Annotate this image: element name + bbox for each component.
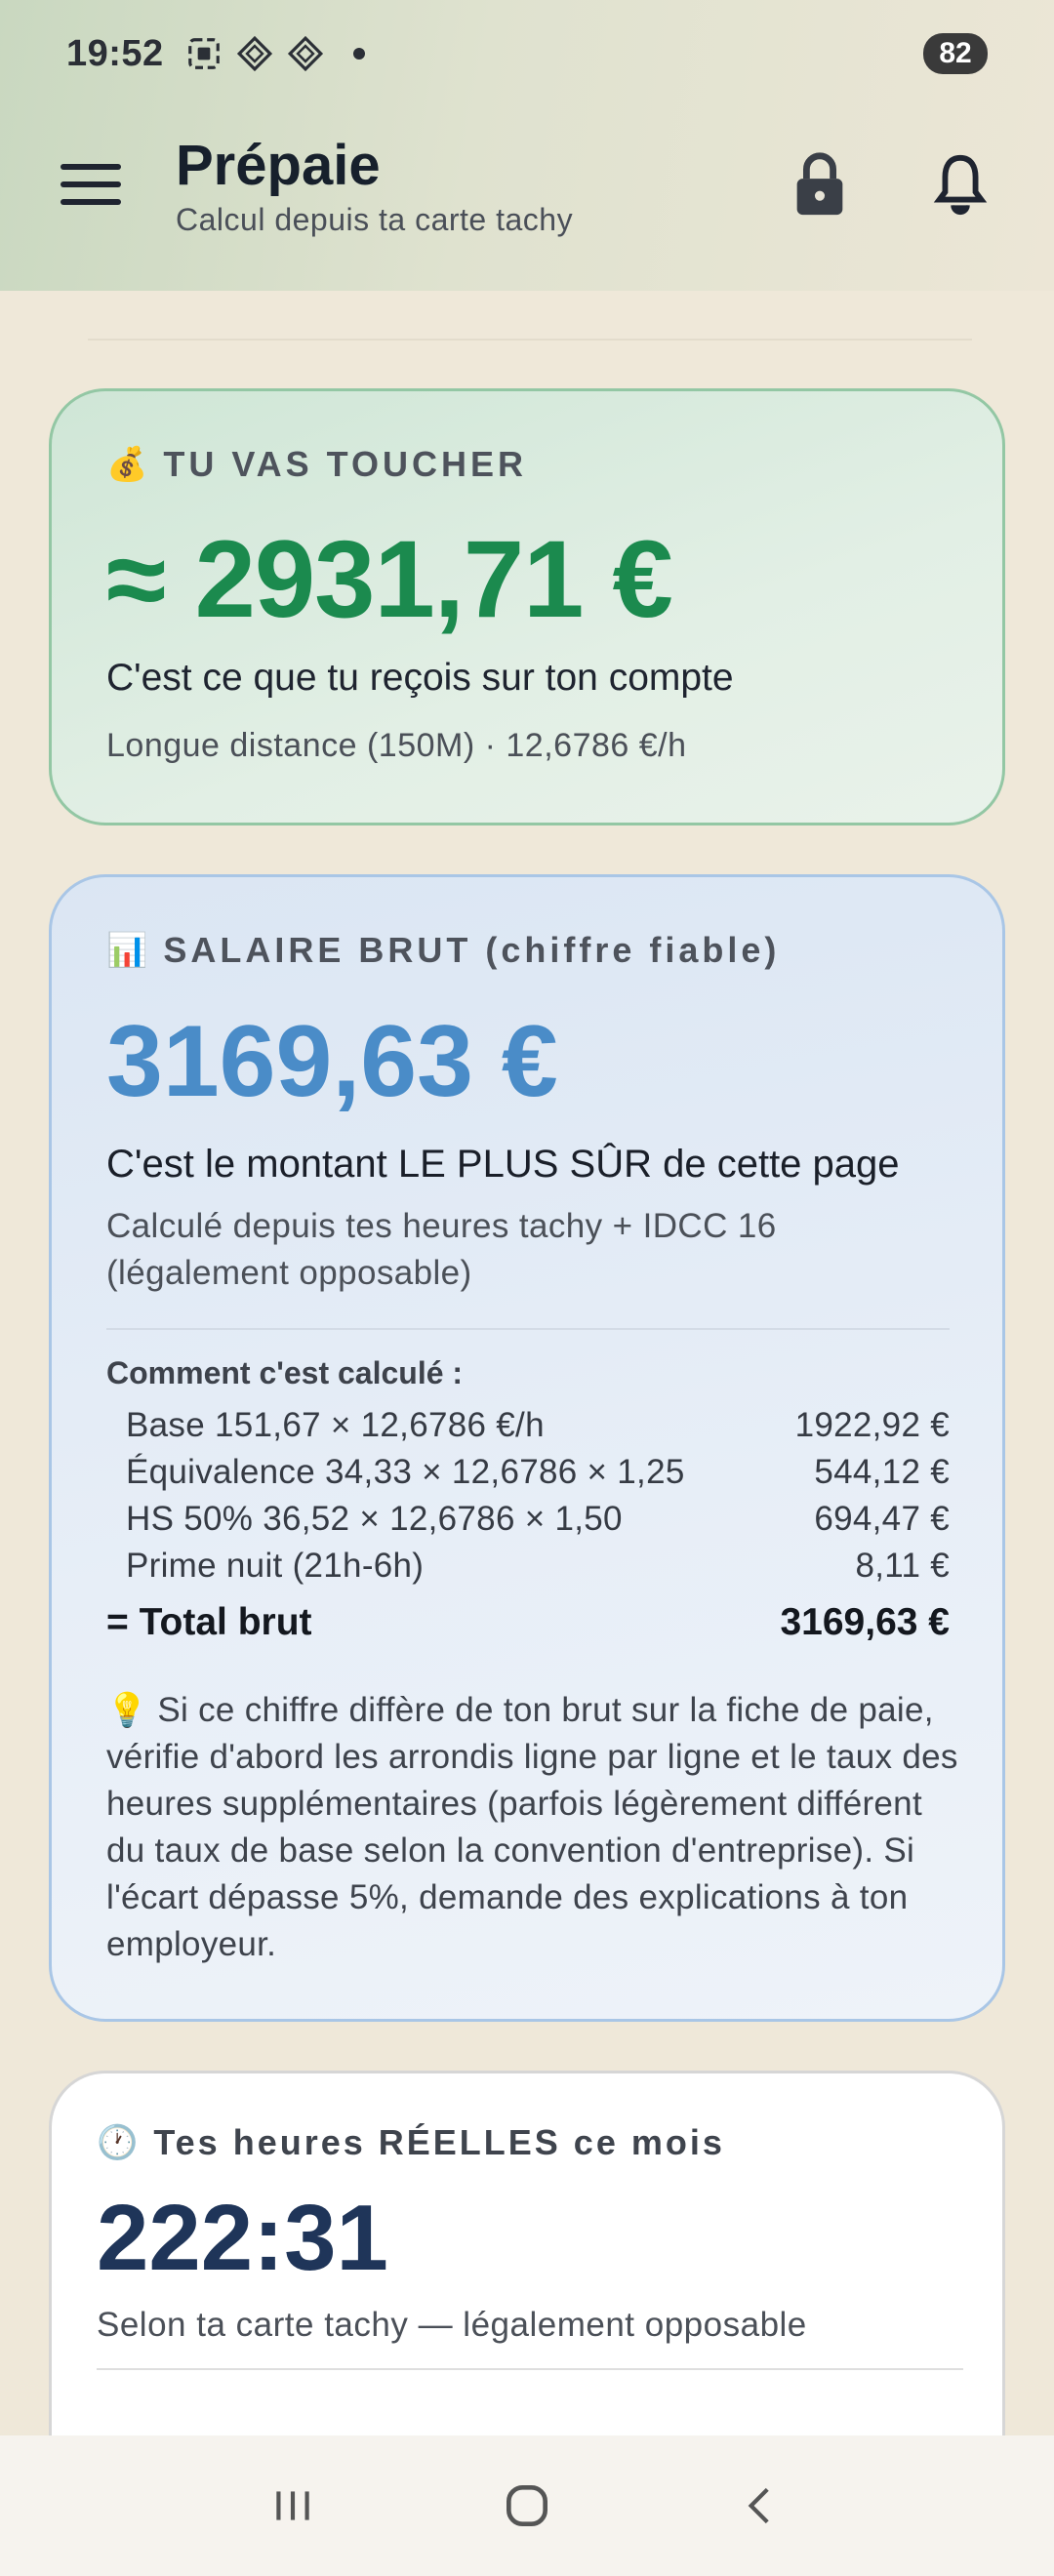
calculation-row: Équivalence 34,33 × 12,6786 × 1,25 544,1… xyxy=(106,1449,950,1496)
gross-salary-subline: Calculé depuis tes heures tachy + IDCC 1… xyxy=(106,1207,777,1292)
gross-salary-label-row: 📊 SALAIRE BRUT (chiffre fiable) xyxy=(106,930,780,971)
lock-icon[interactable] xyxy=(789,150,851,219)
net-pay-meta: Longue distance (150M) · 12,6786 €/h xyxy=(106,727,687,764)
calculation-row: HS 50% 36,52 × 12,6786 × 1,50 694,47 € xyxy=(106,1496,950,1543)
system-nav-bar xyxy=(0,2435,1054,2576)
back-icon xyxy=(748,2487,769,2524)
recents-button[interactable] xyxy=(249,2467,337,2545)
calculation-total-row: = Total brut 3169,63 € xyxy=(106,1593,950,1652)
home-button[interactable] xyxy=(483,2467,571,2545)
net-pay-card: 💰 TU VAS TOUCHER ≈ 2931,71 € C'est ce qu… xyxy=(49,388,1005,825)
status-icons-left xyxy=(185,35,365,72)
clock-icon: 🕐 xyxy=(97,2123,139,2162)
net-pay-label-row: 💰 TU VAS TOUCHER xyxy=(106,444,527,485)
calculation-row-label: HS 50% 36,52 × 12,6786 × 1,50 xyxy=(126,1500,623,1538)
home-icon xyxy=(507,2485,547,2526)
calculation-row-label: Équivalence 34,33 × 12,6786 × 1,25 xyxy=(126,1453,685,1491)
calculation-row-value: 694,47 € xyxy=(814,1500,950,1538)
calculation-total-label: = Total brut xyxy=(106,1601,312,1643)
status-icons-right: 82 xyxy=(896,33,988,74)
calculation-title: Comment c'est calculé : xyxy=(106,1355,464,1390)
real-hours-subline: Selon ta carte tachy — légalement opposa… xyxy=(97,2306,807,2344)
calculation-row: Prime nuit (21h-6h) 8,11 € xyxy=(106,1543,950,1590)
calculation-row-value: 8,11 € xyxy=(855,1547,950,1585)
net-pay-label: TU VAS TOUCHER xyxy=(163,444,528,484)
calculation-breakdown: Base 151,67 × 12,6786 €/h 1922,92 € Équi… xyxy=(106,1402,950,1652)
real-hours-label-row: 🕐 Tes heures RÉELLES ce mois xyxy=(97,2122,725,2163)
notification-dot xyxy=(352,48,365,60)
net-pay-amount: ≈ 2931,71 € xyxy=(106,518,673,640)
gross-salary-amount: 3169,63 € xyxy=(106,1005,558,1118)
bar-chart-icon: 📊 xyxy=(106,931,148,970)
calculation-total-value: 3169,63 € xyxy=(780,1601,950,1643)
calculation-row-value: 1922,92 € xyxy=(794,1406,950,1444)
section-divider xyxy=(88,339,972,341)
page-subtitle: Calcul depuis ta carte tachy xyxy=(176,202,574,237)
back-button[interactable] xyxy=(717,2467,805,2545)
title-block: Prépaie Calcul depuis ta carte tachy xyxy=(176,133,573,238)
calculation-row-value: 544,12 € xyxy=(814,1453,950,1491)
gross-salary-headline: C'est le montant LE PLUS SÛR de cette pa… xyxy=(106,1143,900,1186)
app-icon xyxy=(287,35,323,72)
calculation-row: Base 151,67 × 12,6786 €/h 1922,92 € xyxy=(106,1402,950,1449)
money-bag-icon: 💰 xyxy=(106,445,148,484)
calculation-row-label: Prime nuit (21h-6h) xyxy=(126,1547,425,1585)
gross-salary-tip: 💡 Si ce chiffre diffère de ton brut sur … xyxy=(106,1687,965,1968)
gross-salary-divider xyxy=(106,1328,950,1330)
lightbulb-icon: 💡 xyxy=(106,1691,148,1730)
app-icon xyxy=(236,35,272,72)
status-bar: 19:52 82 xyxy=(0,0,1054,107)
screenshot-icon xyxy=(187,38,220,69)
calculation-row-label: Base 151,67 × 12,6786 €/h xyxy=(126,1406,545,1444)
page-title: Prépaie xyxy=(176,134,381,197)
net-pay-description: C'est ce que tu reçois sur ton compte xyxy=(106,657,734,699)
gross-salary-card: 📊 SALAIRE BRUT (chiffre fiable) 3169,63 … xyxy=(49,874,1005,2022)
bell-icon[interactable] xyxy=(929,150,992,219)
real-hours-label: Tes heures RÉELLES ce mois xyxy=(153,2122,725,2162)
app-header: Prépaie Calcul depuis ta carte tachy xyxy=(0,117,1054,263)
recents-icon xyxy=(276,2491,309,2520)
battery-indicator: 82 xyxy=(923,33,988,74)
gross-salary-tip-text: Si ce chiffre diffère de ton brut sur la… xyxy=(106,1691,958,1963)
real-hours-divider xyxy=(97,2368,963,2370)
real-hours-amount: 222:31 xyxy=(97,2186,388,2290)
gross-salary-label: SALAIRE BRUT (chiffre fiable) xyxy=(163,930,781,970)
status-time: 19:52 xyxy=(66,32,164,74)
menu-icon[interactable] xyxy=(61,164,121,205)
